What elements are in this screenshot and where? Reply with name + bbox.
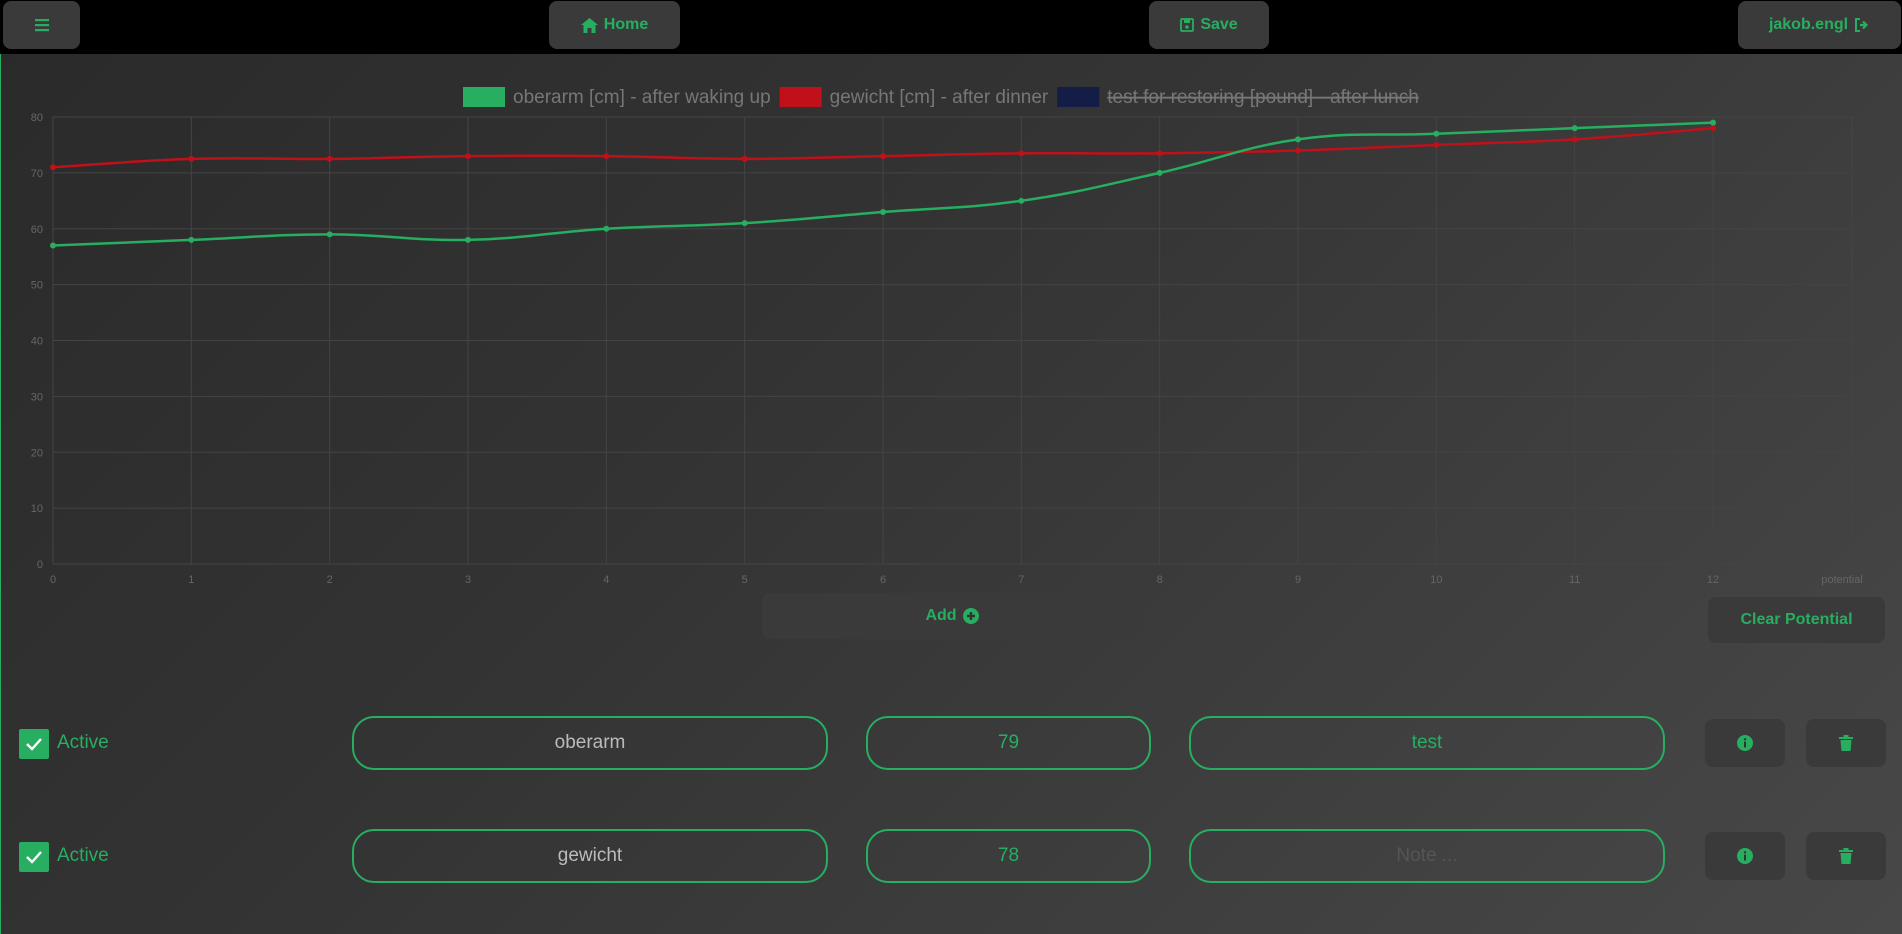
name-input[interactable] <box>352 716 828 770</box>
x-tick-label: 7 <box>1018 574 1024 586</box>
active-checkbox[interactable] <box>19 729 49 759</box>
add-button[interactable]: Add <box>762 593 1142 639</box>
data-point <box>603 225 610 232</box>
data-point <box>1571 136 1578 143</box>
x-tick-label: 1 <box>188 574 194 586</box>
data-point <box>465 153 471 160</box>
legend-label: gewicht [cm] - after dinner <box>830 87 1049 108</box>
legend-label: test for restoring [pound] - after lunch <box>1107 87 1419 108</box>
data-point <box>326 155 333 162</box>
x-tick-label: 9 <box>1295 574 1301 586</box>
y-tick-label: 30 <box>31 391 43 403</box>
info-icon <box>1737 735 1753 751</box>
logout-button[interactable]: jakob.engl <box>1738 1 1901 49</box>
data-point <box>465 236 471 243</box>
data-point <box>1295 147 1301 154</box>
data-point <box>1433 130 1440 137</box>
x-tick-label: 4 <box>603 574 609 586</box>
data-point <box>50 164 56 171</box>
value-input[interactable] <box>866 829 1151 883</box>
y-tick-label: 40 <box>31 336 43 348</box>
active-label: Active <box>57 845 109 866</box>
x-tick-label: 2 <box>327 574 333 586</box>
x-tick-label: 11 <box>1569 574 1580 586</box>
y-tick-label: 70 <box>31 168 43 180</box>
data-point <box>741 220 748 227</box>
x-tick-label: 8 <box>1157 574 1163 586</box>
user-label: jakob.engl <box>1768 16 1849 33</box>
check-icon <box>26 738 42 751</box>
save-button[interactable]: Save <box>1149 1 1269 49</box>
y-tick-label: 20 <box>31 447 43 459</box>
delete-button[interactable] <box>1806 719 1886 767</box>
info-icon <box>1737 848 1753 864</box>
data-point <box>603 153 610 160</box>
y-tick-label: 80 <box>31 112 43 124</box>
bars-icon <box>34 19 49 32</box>
plus-circle-icon <box>962 608 979 624</box>
check-icon <box>26 851 42 864</box>
note-input[interactable] <box>1189 829 1665 883</box>
info-button[interactable] <box>1705 719 1785 767</box>
add-label: Add <box>925 607 957 624</box>
clear-potential-label: Clear Potential <box>1740 611 1853 628</box>
y-tick-label: 50 <box>31 280 43 292</box>
y-tick-label: 0 <box>37 559 43 571</box>
save-icon <box>1180 18 1195 32</box>
note-input[interactable] <box>1189 716 1665 770</box>
data-point <box>1710 125 1716 132</box>
x-tick-label: 10 <box>1430 574 1442 586</box>
data-point <box>1156 150 1163 157</box>
value-input[interactable] <box>866 716 1151 770</box>
x-tick-label: 5 <box>742 574 748 586</box>
measurement-row: Active <box>0 827 1902 887</box>
data-point <box>1018 197 1025 204</box>
legend-swatch <box>463 87 505 107</box>
home-button[interactable]: Home <box>549 1 680 49</box>
data-point <box>1295 136 1301 143</box>
data-point <box>50 242 56 249</box>
data-point <box>1018 150 1025 157</box>
legend-label: oberarm [cm] - after waking up <box>513 87 771 108</box>
delete-button[interactable] <box>1806 832 1886 880</box>
trash-icon <box>1839 848 1853 864</box>
x-tick-label: 6 <box>880 574 886 586</box>
name-input[interactable] <box>352 829 828 883</box>
home-label: Home <box>603 16 649 33</box>
data-point <box>1571 125 1578 132</box>
data-point <box>188 236 195 243</box>
sign-out-icon <box>1855 18 1869 32</box>
home-icon <box>580 17 598 33</box>
save-label: Save <box>1200 16 1238 33</box>
active-checkbox[interactable] <box>19 842 49 872</box>
x-tick-label: 0 <box>50 574 56 586</box>
legend-swatch <box>779 87 822 107</box>
x-tick-label: 12 <box>1707 574 1719 586</box>
data-point <box>741 155 748 162</box>
measurement-row: Active <box>0 714 1902 774</box>
menu-button[interactable] <box>3 1 80 49</box>
y-tick-label: 60 <box>31 224 43 236</box>
data-point <box>1433 141 1440 148</box>
data-point <box>1156 169 1163 176</box>
line-chart: 0 10 20 30 40 50 60 70 80 0 1 2 3 4 5 6 7 8 9 10 11 12 potenti… <box>0 54 1902 594</box>
data-point <box>1710 119 1716 126</box>
legend-swatch <box>1057 87 1100 107</box>
y-tick-label: 10 <box>31 503 43 515</box>
x-tick-label: 3 <box>465 574 471 586</box>
trash-icon <box>1839 735 1853 751</box>
top-navbar: Home Save jakob.engl <box>0 0 1902 54</box>
info-button[interactable] <box>1705 832 1785 880</box>
data-point <box>880 208 886 215</box>
data-point <box>880 153 886 160</box>
data-point <box>326 231 333 238</box>
clear-potential-button[interactable]: Clear Potential <box>1708 597 1885 643</box>
data-point <box>188 155 195 162</box>
active-label: Active <box>57 732 109 753</box>
chart-svg: 010203040506070800 1 2 3 4 5 6 7 8 9 10 11 12 potenti… <box>31 87 1863 586</box>
x-axis-label: potential <box>1821 574 1863 586</box>
